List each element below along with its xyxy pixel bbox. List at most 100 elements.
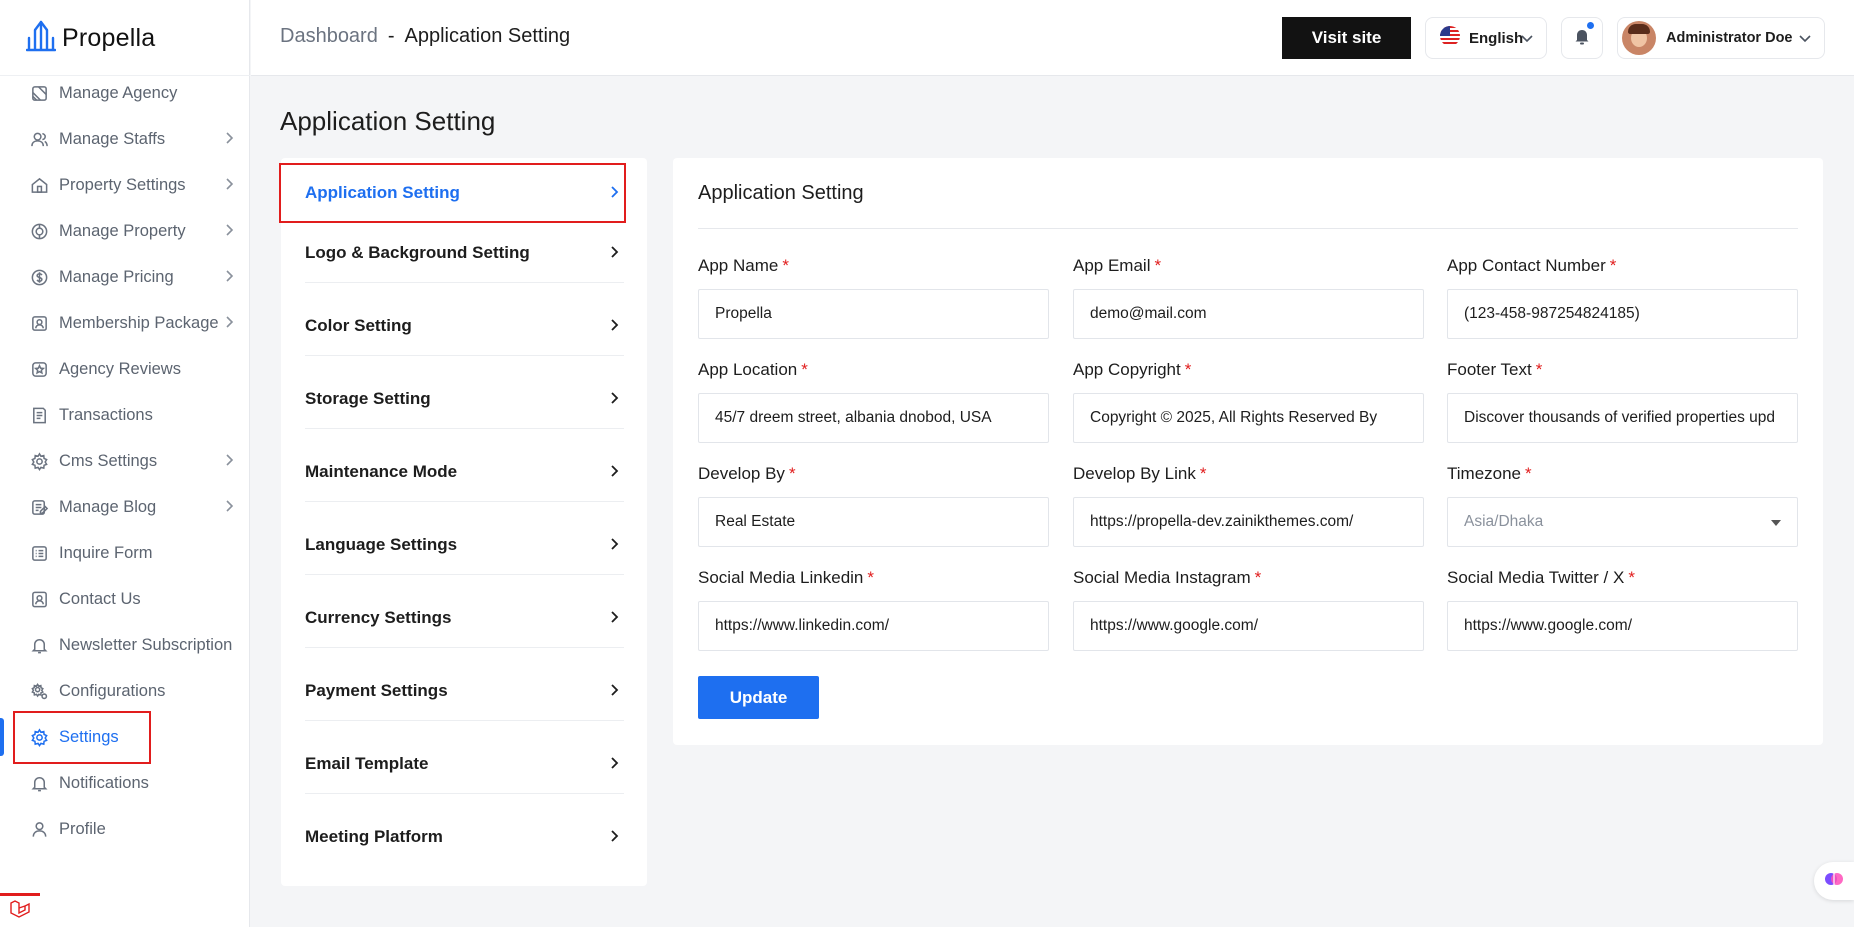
- brain-icon: [1824, 869, 1844, 894]
- breadcrumb-dashboard-link[interactable]: Dashboard: [280, 25, 378, 48]
- sidebar-item-label: Newsletter Subscription: [59, 635, 233, 654]
- sidebar-item-manage-pricing[interactable]: Manage Pricing: [0, 254, 250, 300]
- settings-tab-list: Application Setting Logo & Background Se…: [281, 158, 647, 886]
- sidebar-item-label: Configurations: [59, 681, 166, 700]
- sidebar-item-label: Transactions: [59, 405, 153, 424]
- tab-payment-settings[interactable]: Payment Settings: [305, 661, 624, 721]
- timezone-select[interactable]: Asia/Dhaka: [1447, 497, 1798, 547]
- propella-logo-icon: [25, 20, 57, 57]
- dollar-icon: [29, 267, 49, 287]
- sidebar-item-newsletter-subscription[interactable]: Newsletter Subscription: [0, 622, 250, 668]
- chevron-right-icon: [607, 318, 621, 337]
- user-menu[interactable]: Administrator Doe: [1617, 17, 1825, 59]
- breadcrumb: Dashboard - Application Setting: [280, 25, 570, 48]
- footer-text-input[interactable]: Discover thousands of verified propertie…: [1447, 393, 1798, 443]
- required-mark: *: [1628, 568, 1635, 587]
- label-text: Social Media Linkedin: [698, 568, 864, 587]
- form-title: Application Setting: [698, 182, 864, 204]
- sidebar-item-manage-agency[interactable]: Manage Agency: [0, 70, 250, 116]
- notifications-button[interactable]: [1561, 17, 1603, 59]
- app-contact-number-input[interactable]: (123-458-987254824185): [1447, 289, 1798, 339]
- field-label: App Location *: [698, 359, 1049, 381]
- develop-by-link-input[interactable]: https://propella-dev.zainikthemes.com/: [1073, 497, 1424, 547]
- social-twitter-field: Social Media Twitter / X * https://www.go…: [1447, 567, 1798, 651]
- floating-widget-button[interactable]: [1814, 862, 1854, 900]
- chevron-right-icon: [222, 223, 236, 242]
- field-label: App Copyright *: [1073, 359, 1424, 381]
- tab-label: Maintenance Mode: [305, 461, 458, 481]
- sidebar-item-contact-us[interactable]: Contact Us: [0, 576, 250, 622]
- user-name: Administrator Doe: [1666, 30, 1793, 46]
- tab-email-template[interactable]: Email Template: [305, 734, 624, 794]
- visit-site-button[interactable]: Visit site: [1282, 17, 1411, 59]
- social-linkedin-input[interactable]: https://www.linkedin.com/: [698, 601, 1049, 651]
- sidebar-item-inquire-form[interactable]: Inquire Form: [0, 530, 250, 576]
- star-icon: [29, 359, 49, 379]
- social-twitter-input[interactable]: https://www.google.com/: [1447, 601, 1798, 651]
- language-label: English: [1469, 29, 1524, 47]
- breadcrumb-separator: -: [387, 25, 395, 47]
- sidebar-item-cms-settings[interactable]: Cms Settings: [0, 438, 250, 484]
- label-text: App Email: [1073, 256, 1151, 275]
- form-divider: [698, 228, 1798, 229]
- required-mark: *: [782, 256, 789, 275]
- timezone-field: Timezone * Asia/Dhaka: [1447, 463, 1798, 547]
- app-email-input[interactable]: demo@mail.com: [1073, 289, 1424, 339]
- notification-badge: [1585, 20, 1596, 31]
- develop-by-input[interactable]: Real Estate: [698, 497, 1049, 547]
- receipt-icon: [29, 405, 49, 425]
- tab-application-setting[interactable]: Application Setting: [305, 163, 624, 223]
- tab-label: Currency Settings: [305, 607, 452, 627]
- tab-logo-background-setting[interactable]: Logo & Background Setting: [305, 223, 624, 283]
- sidebar-item-label: Manage Pricing: [59, 267, 174, 286]
- avatar-hair: [1628, 24, 1650, 34]
- sidebar-item-label: Manage Agency: [59, 83, 178, 102]
- sidebar-item-notifications[interactable]: Notifications: [0, 760, 250, 806]
- required-mark: *: [867, 568, 875, 587]
- tab-color-setting[interactable]: Color Setting: [305, 296, 624, 356]
- sidebar-item-label: Contact Us: [59, 589, 141, 608]
- sidebar-item-label: Manage Property: [59, 221, 186, 240]
- update-button[interactable]: Update: [698, 676, 819, 719]
- tab-label: Logo & Background Setting: [305, 242, 530, 262]
- sidebar-item-membership-package[interactable]: Membership Package: [0, 300, 250, 346]
- app-name-input[interactable]: Propella: [698, 289, 1049, 339]
- tab-language-settings[interactable]: Language Settings: [305, 515, 624, 575]
- sidebar-nav: Manage Agency Manage Staffs Property Set…: [0, 70, 250, 852]
- sidebar-item-property-settings[interactable]: Property Settings: [0, 162, 250, 208]
- tab-maintenance-mode[interactable]: Maintenance Mode: [305, 442, 624, 502]
- language-selector[interactable]: English: [1425, 17, 1547, 59]
- social-instagram-input[interactable]: https://www.google.com/: [1073, 601, 1424, 651]
- sidebar-item-manage-blog[interactable]: Manage Blog: [0, 484, 250, 530]
- sidebar-item-label: Profile: [59, 819, 106, 838]
- tab-storage-setting[interactable]: Storage Setting: [305, 369, 624, 429]
- sidebar-item-profile[interactable]: Profile: [0, 806, 250, 852]
- tab-meeting-platform[interactable]: Meeting Platform: [305, 807, 624, 867]
- field-label: Develop By *: [698, 463, 1049, 485]
- topbar: Dashboard - Application Setting Visit si…: [251, 0, 1854, 76]
- property-icon: [29, 221, 49, 241]
- chevron-right-icon: [607, 829, 621, 848]
- develop-by-field: Develop By * Real Estate: [698, 463, 1049, 547]
- app-location-input[interactable]: 45/7 dreem street, albania dnobod, USA: [698, 393, 1049, 443]
- app-copyright-input[interactable]: Copyright © 2025, All Rights Reserved By: [1073, 393, 1424, 443]
- sidebar-item-label: Cms Settings: [59, 451, 158, 470]
- sidebar-item-configurations[interactable]: Configurations: [0, 668, 250, 714]
- sidebar-item-manage-property[interactable]: Manage Property: [0, 208, 250, 254]
- sidebar-item-transactions[interactable]: Transactions: [0, 392, 250, 438]
- chevron-right-icon: [222, 269, 236, 288]
- breadcrumb-current: Application Setting: [404, 25, 571, 47]
- field-label: Timezone *: [1447, 463, 1798, 485]
- sidebar-item-agency-reviews[interactable]: Agency Reviews: [0, 346, 250, 392]
- field-label: Social Media Instagram *: [1073, 567, 1424, 589]
- chevron-down-icon: [1798, 31, 1812, 50]
- sidebar-item-manage-staffs[interactable]: Manage Staffs: [0, 116, 250, 162]
- tab-currency-settings[interactable]: Currency Settings: [305, 588, 624, 648]
- us-flag-icon: [1439, 25, 1461, 52]
- label-text: Timezone: [1447, 464, 1522, 483]
- required-mark: *: [1199, 464, 1207, 483]
- sidebar-item-settings[interactable]: Settings: [0, 714, 250, 760]
- debug-bar-toggle[interactable]: [0, 893, 40, 927]
- brand-logo[interactable]: Propella: [25, 18, 155, 58]
- chevron-right-icon: [222, 499, 236, 518]
